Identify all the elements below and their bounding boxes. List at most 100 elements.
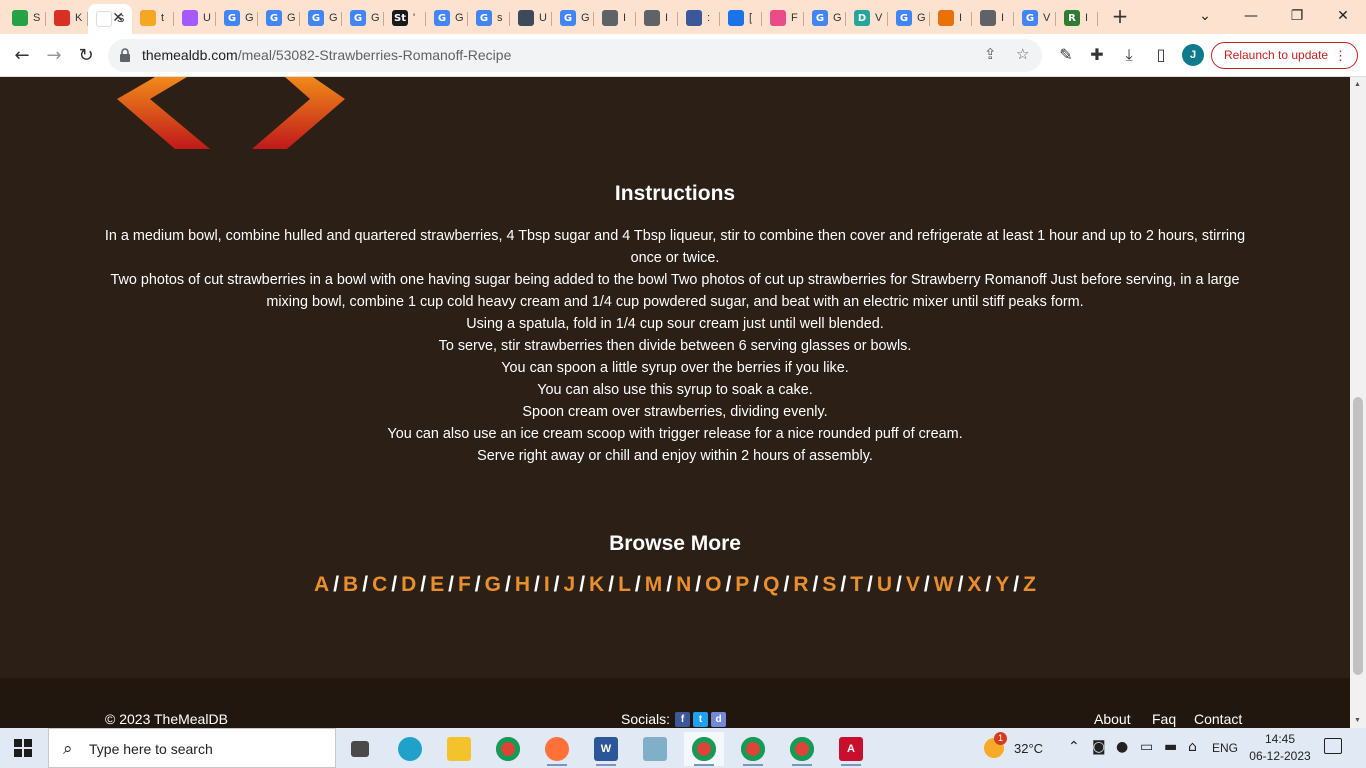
chrome-icon[interactable] (488, 732, 528, 766)
address-bar[interactable]: themealdb.com/meal/53082-Strawberries-Ro… (108, 39, 1042, 72)
restore-button[interactable]: ❐ (1274, 0, 1320, 32)
share-icon[interactable]: ⇪ (984, 45, 997, 63)
task-view-icon[interactable] (340, 732, 380, 766)
discord-icon[interactable]: d (711, 711, 727, 727)
browse-letter-t[interactable]: T (850, 573, 863, 596)
page-scrollbar[interactable]: ▲ ▼ (1350, 77, 1366, 728)
browse-letter-o[interactable]: O (705, 573, 721, 596)
browser-tab[interactable]: I (930, 4, 972, 32)
browse-letter-g[interactable]: G (485, 573, 501, 596)
tray-date[interactable]: 06-12-2023 (1246, 749, 1314, 763)
taskbar-search-input[interactable]: ⌕ Type here to search (48, 728, 336, 768)
word-icon[interactable]: W (586, 732, 626, 766)
browser-tab[interactable]: I (594, 4, 636, 32)
notifications-icon[interactable] (1324, 738, 1342, 754)
tray-camera-icon[interactable]: ◙ (1092, 739, 1106, 755)
browse-letter-b[interactable]: B (343, 573, 358, 596)
firefox-icon[interactable] (537, 732, 577, 766)
browser-tab[interactable]: RI (1056, 4, 1098, 32)
notes-app-icon[interactable] (635, 732, 675, 766)
browse-letter-x[interactable]: X (967, 573, 981, 596)
chevron-down-icon[interactable]: ⌄ (1182, 0, 1228, 32)
more-menu-icon[interactable]: ⋮ (1334, 43, 1347, 68)
browser-tab[interactable]: GG (888, 4, 930, 32)
url-text[interactable]: themealdb.com/meal/53082-Strawberries-Ro… (142, 47, 511, 63)
new-tab-button[interactable]: + (1108, 4, 1132, 28)
browser-tab[interactable]: St ' (384, 4, 426, 32)
bookmark-star-icon[interactable]: ☆ (1016, 45, 1029, 63)
tray-battery-icon[interactable]: ▬ (1164, 739, 1177, 755)
lock-icon[interactable] (120, 48, 130, 62)
browser-tab[interactable]: I (972, 4, 1014, 32)
browser-tab[interactable]: K (46, 4, 88, 32)
browse-letter-y[interactable]: Y (995, 573, 1009, 596)
acrobat-icon[interactable]: A (831, 732, 871, 766)
downloads-icon[interactable]: ⤓ (1117, 43, 1141, 67)
browse-letter-p[interactable]: P (735, 573, 749, 596)
browse-letter-r[interactable]: R (793, 573, 808, 596)
windows-start-icon[interactable] (14, 739, 32, 757)
browse-letter-e[interactable]: E (430, 573, 444, 596)
browser-tab[interactable]: GG (216, 4, 258, 32)
footer-link-contact[interactable]: Contact (1194, 711, 1242, 727)
scroll-up-arrow-icon[interactable]: ▲ (1354, 81, 1361, 88)
extension-pen-icon[interactable]: ✎ (1054, 43, 1078, 67)
browse-letter-h[interactable]: H (515, 573, 530, 596)
browser-tab[interactable]: GG (804, 4, 846, 32)
scroll-thumb[interactable] (1353, 397, 1363, 675)
facebook-icon[interactable]: f (675, 711, 691, 727)
relaunch-button[interactable]: Relaunch to update ⋮ (1211, 42, 1358, 69)
tray-time[interactable]: 14:45 (1256, 732, 1304, 746)
tray-microphone-icon[interactable]: ● (1116, 739, 1128, 755)
browser-tab[interactable]: GG (342, 4, 384, 32)
forward-button[interactable]: → (40, 42, 68, 70)
browser-tab[interactable]: GG (552, 4, 594, 32)
browser-tab[interactable]: F (762, 4, 804, 32)
tray-language[interactable]: ENG (1212, 741, 1238, 755)
close-window-button[interactable]: ✕ (1320, 0, 1366, 32)
tray-chevron-up-icon[interactable]: ⌃ (1068, 739, 1080, 755)
twitter-icon[interactable]: t (693, 711, 709, 727)
reload-button[interactable]: ↻ (72, 42, 100, 70)
browser-tab[interactable]: t (132, 4, 174, 32)
profile-avatar[interactable]: J (1182, 44, 1204, 66)
minimize-button[interactable]: — (1228, 0, 1274, 32)
edge-icon[interactable] (390, 732, 430, 766)
footer-link-about[interactable]: About (1094, 711, 1131, 727)
previous-arrow-icon[interactable] (117, 77, 210, 149)
browse-letter-s[interactable]: S (822, 573, 836, 596)
browser-tab[interactable]: GG (258, 4, 300, 32)
browse-letter-i[interactable]: I (544, 573, 550, 596)
browser-tab[interactable]: : (678, 4, 720, 32)
tray-network-icon[interactable]: ⌂ (1188, 739, 1197, 755)
browser-tab[interactable]: U (510, 4, 552, 32)
browse-letter-v[interactable]: V (906, 573, 920, 596)
tab-close-icon[interactable]: ✕ (112, 10, 124, 26)
chrome-profile-icon[interactable] (782, 732, 822, 766)
browser-tab[interactable]: S (4, 4, 46, 32)
browser-tab[interactable]: U (174, 4, 216, 32)
browse-letter-d[interactable]: D (401, 573, 416, 596)
browser-tab[interactable]: GG (300, 4, 342, 32)
browser-tab[interactable]: DV (846, 4, 888, 32)
browser-tab[interactable]: S ✕ (88, 4, 132, 34)
browser-tab[interactable]: GV (1014, 4, 1056, 32)
browse-letter-k[interactable]: K (589, 573, 604, 596)
weather-widget[interactable]: 1 32°C (984, 732, 1043, 758)
browse-letter-q[interactable]: Q (763, 573, 779, 596)
browse-letter-a[interactable]: A (314, 573, 329, 596)
browse-letter-w[interactable]: W (934, 573, 954, 596)
file-explorer-icon[interactable] (439, 732, 479, 766)
scroll-down-arrow-icon[interactable]: ▼ (1354, 717, 1361, 724)
browser-tab[interactable]: [ (720, 4, 762, 32)
extensions-puzzle-icon[interactable]: ✚ (1085, 43, 1109, 67)
next-arrow-icon[interactable] (252, 77, 345, 149)
browse-letter-n[interactable]: N (676, 573, 691, 596)
browse-letter-c[interactable]: C (372, 573, 387, 596)
browse-letter-j[interactable]: J (564, 573, 576, 596)
browser-tab[interactable]: Gs (468, 4, 510, 32)
browse-letter-l[interactable]: L (618, 573, 631, 596)
footer-link-faq[interactable]: Faq (1152, 711, 1176, 727)
browser-tab[interactable]: I (636, 4, 678, 32)
browse-letter-m[interactable]: M (645, 573, 663, 596)
